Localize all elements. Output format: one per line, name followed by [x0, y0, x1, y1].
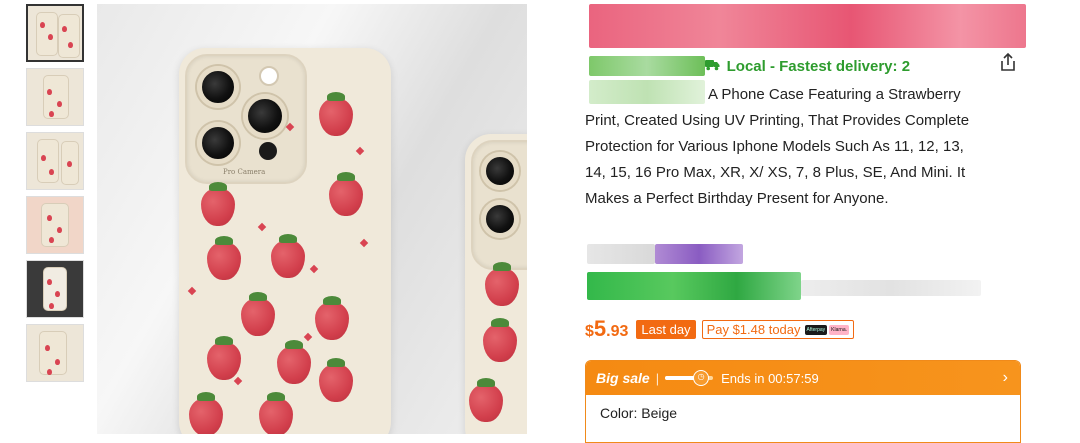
- phone-case-back: [465, 134, 527, 434]
- big-sale-label: Big sale: [596, 370, 650, 386]
- thumbnail-1[interactable]: [26, 4, 84, 62]
- thumbnail-6[interactable]: [26, 324, 84, 382]
- truck-icon: [705, 59, 724, 74]
- big-sale-bar[interactable]: Big sale | ◷ Ends in 00:57:59 ›: [586, 361, 1020, 395]
- promo-text-redacted: [801, 280, 981, 296]
- phone-case-front: Pro Camera: [179, 48, 391, 434]
- afterpay-logo: Afterpay: [804, 324, 828, 335]
- thumbnail-5[interactable]: [26, 260, 84, 318]
- countdown-text: Ends in 00:57:59: [721, 370, 819, 386]
- clock-icon: ◷: [693, 370, 710, 386]
- price-row: $5.93 Last day Pay $1.48 today Afterpay …: [585, 314, 854, 342]
- color-selection[interactable]: Color: Beige: [586, 395, 1020, 431]
- delivery-text: Local - Fastest delivery: 2: [726, 58, 911, 75]
- delivery-info: Local - Fastest delivery: 2: [705, 58, 910, 75]
- price-currency: $: [585, 323, 594, 340]
- pay-later-text: Pay $1.48 today: [706, 322, 801, 337]
- last-day-badge: Last day: [636, 320, 696, 339]
- case-brand-text: Pro Camera: [223, 168, 266, 176]
- thumbnail-list: [26, 4, 86, 388]
- seller-badge-redacted: [589, 56, 705, 76]
- rating-redacted: [587, 244, 655, 264]
- sale-separator: |: [655, 370, 660, 386]
- sale-box: Big sale | ◷ Ends in 00:57:59 › Color: B…: [585, 360, 1021, 443]
- thumbnail-4[interactable]: [26, 196, 84, 254]
- thumbnail-3[interactable]: [26, 132, 84, 190]
- tag-redacted: [655, 244, 743, 264]
- main-product-image[interactable]: Pro Camera: [97, 4, 527, 434]
- chevron-right-icon[interactable]: ›: [1003, 369, 1008, 387]
- promo-banner-redacted: [587, 272, 801, 300]
- product-title-redacted: [589, 4, 1026, 48]
- product-description: A Phone Case Featuring a Strawberry Prin…: [585, 86, 970, 207]
- pay-later-badge[interactable]: Pay $1.48 today Afterpay Klarna.: [701, 320, 854, 339]
- klarna-logo: Klarna.: [829, 324, 849, 335]
- price-decimal: .93: [606, 323, 629, 340]
- sale-progress-bar: ◷: [665, 370, 714, 386]
- price-integer: 5: [593, 316, 607, 341]
- price: $5.93: [585, 316, 628, 342]
- thumbnail-2[interactable]: [26, 68, 84, 126]
- share-icon[interactable]: [997, 52, 1019, 74]
